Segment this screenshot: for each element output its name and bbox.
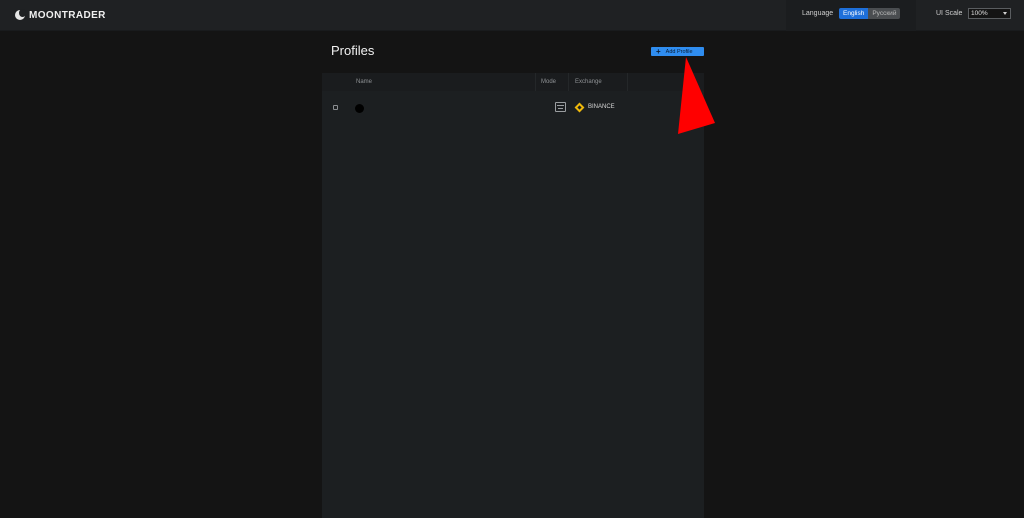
ui-scale-value: 100%	[971, 10, 988, 17]
plus-icon: +	[656, 46, 661, 56]
binance-icon	[574, 102, 585, 113]
column-divider	[568, 73, 569, 91]
exchange-name: BINANCE	[588, 104, 615, 110]
red-arrow-annotation	[678, 57, 715, 134]
profiles-table: Name Mode Exchange BINANCE	[322, 73, 704, 518]
moon-logo-icon	[15, 9, 26, 20]
add-profile-label: Add Profile	[665, 48, 693, 55]
profile-avatar	[355, 104, 364, 113]
ui-scale-select[interactable]: 100%	[968, 8, 1011, 19]
column-divider	[535, 73, 536, 91]
column-header-mode[interactable]: Mode	[541, 79, 556, 85]
chevron-down-icon	[1003, 12, 1007, 15]
table-header: Name Mode Exchange	[322, 73, 704, 91]
terminal-icon	[555, 102, 566, 112]
language-option-english[interactable]: English	[839, 8, 869, 19]
page-title: Profiles	[331, 43, 375, 58]
add-profile-button[interactable]: + Add Profile	[651, 47, 704, 56]
row-checkbox[interactable]	[333, 105, 338, 110]
ui-scale-label: UI Scale	[936, 10, 963, 17]
language-option-russian[interactable]: Русский	[868, 8, 901, 19]
column-header-exchange[interactable]: Exchange	[575, 79, 602, 85]
column-header-name[interactable]: Name	[356, 79, 372, 85]
app-logo[interactable]: MOONTRADER	[15, 8, 106, 22]
language-label: Language	[802, 10, 834, 17]
column-divider	[627, 73, 628, 91]
app-logo-text: MOONTRADER	[29, 9, 106, 21]
language-toggle: English Русский	[839, 8, 901, 19]
